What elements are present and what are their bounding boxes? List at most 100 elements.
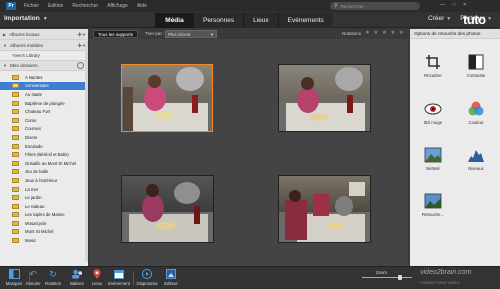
- all-media-button[interactable]: Tous les supports: [93, 30, 139, 38]
- bottom-bar: Masquer ↶ Annuler ↻ Rotation Balises Lie…: [0, 266, 500, 289]
- folder-label: Baptême de plongée: [25, 100, 65, 106]
- photo-thumbnail[interactable]: [121, 64, 213, 132]
- folder-item[interactable]: La mer: [0, 185, 88, 194]
- red-eye-tool[interactable]: Œil rouge: [413, 101, 453, 125]
- folder-icon: [12, 177, 19, 183]
- contrast-label: Contraste: [466, 73, 486, 78]
- photo-person: [313, 194, 329, 216]
- folder-item[interactable]: Baptême de plongée: [0, 99, 88, 108]
- tab-media[interactable]: Média: [155, 13, 193, 28]
- folder-label: Mont St Michel: [25, 229, 54, 235]
- zoom-slider[interactable]: [362, 275, 412, 280]
- folder-item[interactable]: Anniversaire: [0, 81, 88, 91]
- folder-item[interactable]: Music: [0, 236, 88, 245]
- photo-thumbnail[interactable]: [278, 64, 371, 132]
- my-folders-label: Mes dossiers: [9, 63, 38, 68]
- photo-person: [335, 196, 353, 216]
- rating-stars[interactable]: ★ ★ ★ ★ ★: [365, 30, 405, 36]
- folder-label: Corse: [25, 117, 37, 123]
- photo-thumbnail[interactable]: [278, 175, 371, 243]
- folder-icon: [12, 229, 19, 235]
- folder-item[interactable]: Jeu de balle: [0, 168, 88, 177]
- levels-tool[interactable]: Niveaux: [456, 147, 496, 171]
- folder-icon: [12, 74, 19, 80]
- expand-triangle-icon[interactable]: ▼: [3, 63, 7, 68]
- menu-fichier[interactable]: Fichier: [24, 3, 39, 9]
- retouch-label: Retouche...: [422, 212, 444, 217]
- expand-triangle-icon[interactable]: ▼: [3, 43, 7, 48]
- folder-item[interactable]: Mont St Michel: [0, 228, 88, 237]
- create-button[interactable]: Créer ▼: [428, 15, 451, 22]
- zoom-slider-handle[interactable]: [397, 275, 402, 280]
- photo-person-head: [301, 77, 314, 90]
- albums-local-section[interactable]: ▶ Albums locaux + ▼: [0, 29, 88, 40]
- undo-icon: ↶: [29, 268, 37, 279]
- tab-personnes[interactable]: Personnes: [193, 13, 244, 28]
- folder-icon: [12, 100, 19, 106]
- folder-icon: [12, 143, 19, 149]
- folder-label: Mosaïcycle: [25, 220, 47, 226]
- sharpen-tool[interactable]: Netteté: [413, 147, 453, 171]
- folder-icon: [12, 83, 19, 89]
- rotate-label: Rotation: [44, 281, 61, 286]
- folder-scrollbar[interactable]: [85, 41, 88, 261]
- import-button[interactable]: Importation ▼: [4, 15, 48, 22]
- sort-select[interactable]: Plus récent ▼: [165, 30, 217, 38]
- slideshow-button[interactable]: Diaporama: [134, 269, 160, 286]
- event-button[interactable]: Evénement: [106, 269, 132, 286]
- folder-item[interactable]: Le radeau: [0, 202, 88, 211]
- folder-icon: [12, 220, 19, 226]
- rotate-button[interactable]: ↻ Rotation: [40, 269, 66, 286]
- photo-person: [297, 87, 319, 113]
- my-folders-section[interactable]: ▼ Mes dossiers: [0, 60, 88, 71]
- folder-item[interactable]: Au stade: [0, 90, 88, 99]
- folder-label: Grisaille au Mont St Michel: [25, 160, 77, 166]
- menu-aide[interactable]: Aide: [137, 3, 147, 9]
- create-label: Créer: [428, 15, 445, 22]
- folder-label: Anniversaire: [25, 83, 49, 89]
- crop-tool[interactable]: Recadrer: [413, 54, 453, 78]
- brand-logo: tuto: [463, 12, 486, 27]
- folder-item[interactable]: A Nantes: [0, 73, 88, 82]
- folder-icon: [12, 186, 19, 192]
- folder-item[interactable]: Mosaïcycle: [0, 219, 88, 228]
- chevron-down-icon[interactable]: ▼: [82, 32, 86, 37]
- tab-evenements[interactable]: Evénements: [277, 13, 333, 28]
- folder-item[interactable]: Jeux à l'extérieur: [0, 176, 88, 185]
- editor-icon: [166, 269, 177, 279]
- menu-affichage[interactable]: Affichage: [107, 3, 128, 9]
- window-controls[interactable]: — □ ✕: [440, 2, 470, 8]
- folder-item[interactable]: Escalade: [0, 142, 88, 151]
- color-tool[interactable]: Couleur: [456, 101, 496, 125]
- folder-item[interactable]: Fêtes (Bérénil et Balin): [0, 150, 88, 159]
- contrast-tool[interactable]: Contraste: [456, 54, 496, 78]
- search-icon: ⚲: [334, 3, 338, 9]
- search-input[interactable]: ⚲ Rechercher: [330, 2, 420, 10]
- folder-item[interactable]: Courses: [0, 125, 88, 134]
- folder-label: Au stade: [25, 91, 42, 97]
- folder-item[interactable]: Le jardin: [0, 193, 88, 202]
- photo-thumbnail[interactable]: [121, 175, 214, 243]
- chevron-down-icon: ▼: [446, 15, 452, 22]
- menu-rechercher[interactable]: Rechercher: [72, 3, 98, 9]
- folder-item[interactable]: Divers: [0, 133, 88, 142]
- folder-icon: [12, 212, 19, 218]
- red-eye-icon: [424, 101, 442, 117]
- folder-item[interactable]: Chateau Fort: [0, 107, 88, 116]
- collapse-triangle-icon[interactable]: ▶: [3, 32, 6, 37]
- tab-lieux[interactable]: Lieux: [243, 13, 278, 28]
- folder-item[interactable]: Les tapins de Mamie: [0, 211, 88, 220]
- albums-local-label: Albums locaux: [9, 31, 40, 37]
- library-item[interactable]: Yves's Library: [0, 51, 88, 60]
- menu-edition[interactable]: Edition: [48, 3, 63, 9]
- editor-button[interactable]: Editeur: [158, 269, 184, 286]
- play-icon: [142, 269, 153, 279]
- sync-icon[interactable]: [77, 62, 84, 69]
- folder-item[interactable]: Grisaille au Mont St Michel: [0, 159, 88, 168]
- folder-list: A Nantes Anniversaire Au stade Baptême de p…: [0, 71, 88, 245]
- folder-item[interactable]: Corse: [0, 116, 88, 125]
- albums-mobile-section[interactable]: ▼ Albums mobiles + ▼: [0, 40, 88, 51]
- retouch-tool[interactable]: Retouche...: [413, 193, 453, 217]
- photo-bottle: [192, 95, 198, 113]
- event-label: Evénement: [108, 281, 130, 286]
